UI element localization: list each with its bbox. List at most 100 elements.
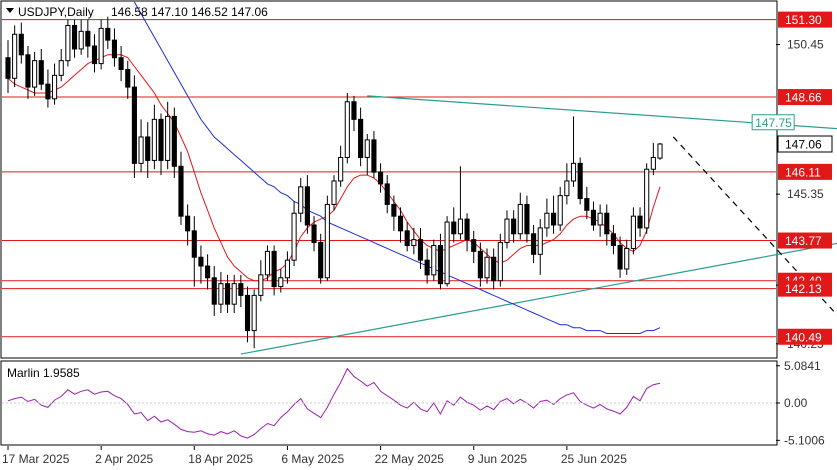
candle-body <box>524 203 530 235</box>
candle-body <box>597 212 603 226</box>
candle-body <box>624 247 630 270</box>
level-label-text: 142.13 <box>785 282 822 296</box>
candle-body <box>318 242 324 279</box>
candle-body <box>284 259 290 279</box>
candle-body <box>271 250 277 288</box>
candle-body <box>304 186 310 226</box>
candle <box>644 163 650 234</box>
level-price-label: 143.77 <box>778 232 832 249</box>
candle-body <box>644 168 650 229</box>
y-tick-label: 150.45 <box>787 38 824 52</box>
candle-body <box>111 39 118 59</box>
candle-body <box>437 245 444 285</box>
candle-body <box>364 139 370 158</box>
indicator-y-tick-label: 0.00 <box>784 396 808 410</box>
candle <box>131 75 137 179</box>
candle-body <box>71 24 78 50</box>
candle-body <box>278 277 284 288</box>
candle-body <box>45 83 51 100</box>
candle-body <box>331 180 337 205</box>
level-price-label: 142.13 <box>778 280 832 297</box>
x-tick-label: 6 May 2025 <box>281 452 344 466</box>
x-tick-label: 22 May 2025 <box>375 452 445 466</box>
candle-body <box>311 224 317 244</box>
candle-body <box>584 198 590 211</box>
candle-body <box>384 183 390 205</box>
candle-body <box>417 239 424 261</box>
candle-body <box>517 203 523 235</box>
candle-body <box>451 221 457 235</box>
candle-body <box>324 203 330 279</box>
candle-body <box>457 218 463 235</box>
candle <box>65 19 71 67</box>
candle-body <box>38 60 44 85</box>
level-label-text: 146.11 <box>785 165 821 179</box>
candle-body <box>477 250 483 279</box>
candle-body <box>85 30 91 47</box>
candle-body <box>32 60 38 88</box>
candle <box>431 239 437 281</box>
candle-body <box>484 256 490 279</box>
level-label-text: 140.49 <box>785 330 822 344</box>
candle-body <box>344 101 350 158</box>
current-price-badge: 147.06 <box>777 135 833 153</box>
candle-body <box>471 239 477 252</box>
current-price-text: 147.06 <box>785 138 822 152</box>
candle-body <box>298 186 304 214</box>
candle-body <box>431 245 437 276</box>
candle-body <box>178 165 184 217</box>
candle-body <box>604 212 610 235</box>
candle-body <box>464 218 470 241</box>
candle-body <box>18 33 24 56</box>
candle-body <box>338 156 344 182</box>
candle-body <box>231 283 237 305</box>
x-tick-label: 2 Apr 2025 <box>95 452 153 466</box>
candle <box>344 92 350 164</box>
candle-body <box>138 136 144 164</box>
candle-body <box>657 143 663 159</box>
trendline-price-annotation[interactable]: 147.75 <box>751 114 795 131</box>
x-tick-label: 9 Jun 2025 <box>468 452 528 466</box>
candle-body <box>145 136 151 161</box>
chart: 150.45145.35142.25140.255.08410.00-5.100… <box>0 0 837 470</box>
candle-body <box>158 118 164 161</box>
candle-body <box>630 215 636 249</box>
candle-body <box>5 57 11 79</box>
candle-body <box>577 162 583 200</box>
candle-body <box>650 156 656 170</box>
candle-body <box>511 218 517 235</box>
header: USDJPY,Daily 146.58 147.10 146.52 147.06 <box>6 5 268 19</box>
candle-body <box>185 215 191 232</box>
level-price-label: 151.30 <box>778 11 832 28</box>
candle-body <box>91 45 98 65</box>
candle-body <box>251 294 257 332</box>
candle-body <box>131 86 137 164</box>
candle-body <box>570 162 577 182</box>
candle-body <box>125 68 131 88</box>
candle-body <box>65 24 71 62</box>
candle-body <box>637 215 643 229</box>
y-tick-label: 145.35 <box>787 187 824 201</box>
candle-body <box>105 27 111 41</box>
annotation-text: 147.75 <box>755 116 792 130</box>
candle-body <box>211 277 217 305</box>
candle-body <box>444 221 450 285</box>
candle <box>324 195 330 281</box>
candle-body <box>12 33 18 79</box>
candle-body <box>617 245 623 270</box>
candle-body <box>550 212 557 226</box>
candle-body <box>358 118 364 158</box>
x-tick-label: 17 Mar 2025 <box>2 452 70 466</box>
candle-body <box>557 195 563 226</box>
level-price-label: 140.49 <box>778 328 832 345</box>
candle-body <box>151 118 157 161</box>
indicator-y-tick-label: 5.0841 <box>784 359 821 373</box>
candle-body <box>351 101 357 120</box>
level-label-text: 151.30 <box>785 13 822 27</box>
candle-body <box>397 215 404 232</box>
candle-body <box>205 265 211 279</box>
ohlc-values: 146.58 147.10 146.52 147.06 <box>111 5 268 19</box>
candle-body <box>497 242 503 282</box>
candle-body <box>404 230 410 247</box>
candle-body <box>537 227 543 255</box>
